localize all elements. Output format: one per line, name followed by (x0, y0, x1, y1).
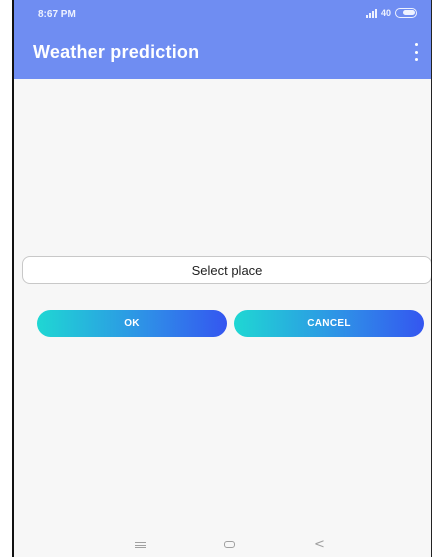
navigation-bar: < (14, 531, 431, 557)
select-place-field[interactable]: Select place (22, 256, 431, 284)
status-time: 8:67 PM (38, 9, 76, 20)
signal-icon (365, 8, 377, 18)
battery-icon (395, 8, 417, 18)
battery-fill (403, 10, 415, 15)
network-type: 40 (380, 8, 391, 18)
overflow-menu-icon[interactable] (409, 43, 423, 61)
cancel-button[interactable]: CANCEL (234, 310, 424, 337)
ok-button[interactable]: OK (37, 310, 227, 337)
phone-screen: 8:67 PM 40 Weather prediction Select pla… (12, 0, 432, 557)
home-icon[interactable] (224, 541, 235, 548)
status-indicators: 40 (365, 8, 417, 18)
app-title: Weather prediction (33, 42, 200, 62)
back-icon[interactable]: < (314, 537, 325, 552)
status-bar: 8:67 PM 40 (14, 0, 431, 26)
menu-icon[interactable] (135, 542, 146, 548)
app-bar: 8:67 PM 40 Weather prediction (14, 0, 431, 79)
